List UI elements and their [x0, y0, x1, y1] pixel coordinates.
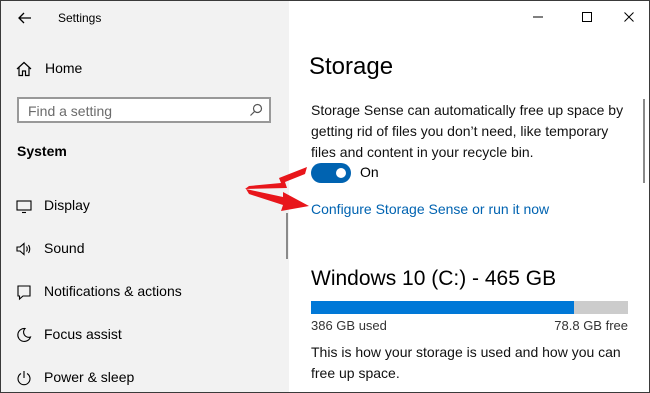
storage-usage-fill	[311, 301, 575, 314]
close-icon	[624, 12, 634, 22]
storage-usage-bar	[311, 301, 628, 314]
toggle-state-label: On	[360, 164, 379, 180]
maximize-button[interactable]	[576, 7, 598, 27]
search-icon[interactable]	[249, 103, 263, 117]
search-placeholder: Find a setting	[28, 103, 113, 119]
close-button[interactable]	[618, 7, 640, 27]
power-icon	[17, 371, 31, 386]
sidebar-item-power-sleep[interactable]: Power & sleep	[15, 367, 275, 389]
free-space-label: 78.8 GB free	[554, 318, 628, 333]
settings-window: Settings Home Find a setting System Disp…	[0, 0, 650, 393]
back-button[interactable]	[15, 9, 35, 27]
used-space-label: 386 GB used	[311, 318, 387, 333]
back-arrow-icon	[18, 12, 31, 24]
sidebar-item-display[interactable]: Display	[15, 195, 275, 217]
sidebar-item-sound[interactable]: Sound	[15, 238, 275, 260]
annotation-arrow-link	[246, 189, 309, 211]
notification-icon	[17, 285, 31, 301]
minimize-button[interactable]	[527, 7, 549, 27]
content-scrollbar[interactable]	[643, 99, 645, 183]
sidebar-item-label: Sound	[44, 240, 85, 256]
toggle-knob	[336, 168, 346, 178]
minimize-icon	[533, 16, 543, 18]
maximize-icon	[582, 12, 592, 22]
app-title: Settings	[58, 11, 102, 25]
content-pane: Storage Storage Sense can automatically …	[289, 1, 649, 392]
sidebar-item-label: Notifications & actions	[44, 283, 182, 299]
sidebar-item-notifications[interactable]: Notifications & actions	[15, 281, 275, 303]
home-label: Home	[45, 60, 83, 76]
nav-scrollbar[interactable]	[286, 213, 288, 259]
home-nav-item[interactable]: Home	[15, 59, 82, 79]
storage-usage-description: This is how your storage is used and how…	[311, 344, 621, 381]
sidebar-item-label: Power & sleep	[44, 369, 135, 385]
sidebar-item-label: Display	[44, 197, 90, 213]
storage-sense-description: Storage Sense can automatically free up …	[311, 102, 624, 160]
sidebar-item-focus-assist[interactable]: Focus assist	[15, 324, 275, 346]
speaker-icon	[16, 242, 31, 256]
settings-search-box[interactable]: Find a setting	[17, 97, 271, 123]
drive-title: Windows 10 (C:) - 465 GB	[311, 267, 557, 290]
section-title: System	[17, 143, 67, 159]
storage-sense-toggle[interactable]	[311, 163, 351, 183]
page-title: Storage	[309, 53, 394, 80]
home-icon	[16, 61, 32, 77]
moon-icon	[17, 327, 32, 343]
configure-storage-sense-link[interactable]: Configure Storage Sense or run it now	[311, 201, 549, 217]
monitor-icon	[16, 200, 32, 214]
sidebar-item-label: Focus assist	[44, 326, 122, 342]
